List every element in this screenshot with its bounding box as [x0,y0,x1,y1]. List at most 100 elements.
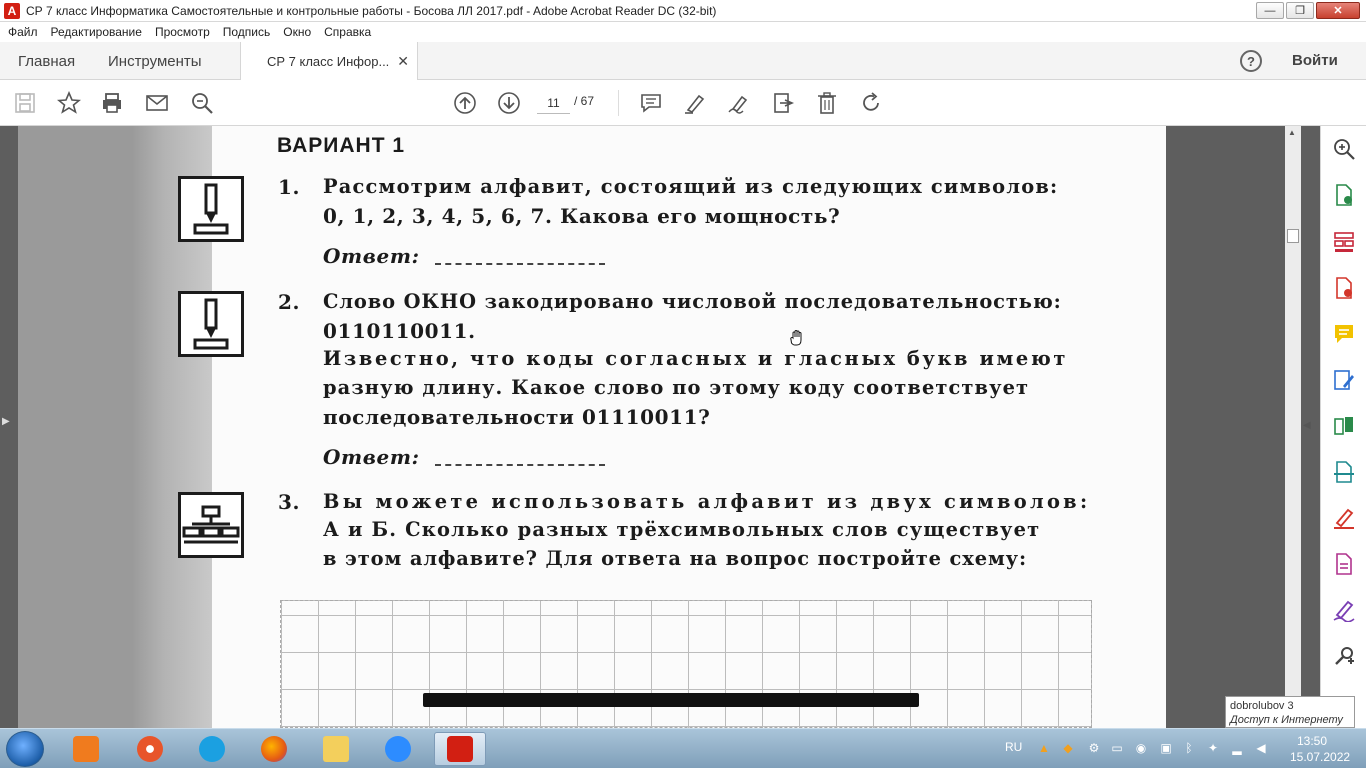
tray-settings-icon[interactable]: ⚙ [1087,741,1101,755]
question-2-line-1: Слово ОКНО закодировано числовой последо… [323,290,1062,313]
taskbar-zoom[interactable] [372,732,424,766]
export-icon[interactable] [771,91,795,115]
delete-icon[interactable] [815,91,839,115]
close-tab-icon[interactable]: ✕ [397,53,409,70]
scroll-thumb[interactable] [1287,229,1299,243]
maximize-button[interactable]: ❐ [1286,2,1314,19]
media-player-icon [73,736,99,762]
pencil-task-icon [178,291,244,357]
more-tools-icon[interactable] [1332,644,1356,668]
signal-strength-icon[interactable]: ▂ [1230,741,1244,755]
pencil-task-icon [178,176,244,242]
taskbar-skype[interactable] [186,732,238,766]
taskbar-acrobat[interactable] [434,732,486,766]
collapse-right-panel-icon[interactable]: ◀ [1303,420,1311,431]
menu-view[interactable]: Просмотр [155,25,210,39]
tab-document[interactable]: СР 7 класс Инфор... ✕ [240,42,418,81]
close-button[interactable]: ✕ [1316,2,1360,19]
zoom-icon[interactable] [1332,137,1356,161]
print-icon[interactable] [100,91,124,115]
rotate-icon[interactable] [859,91,883,115]
right-tools-panel [1320,126,1366,728]
minimize-button[interactable]: — [1256,2,1284,19]
zoom-search-icon[interactable] [190,91,214,115]
window-title: СР 7 класс Информатика Самостоятельные и… [26,3,717,18]
send-for-signature-icon[interactable] [1332,598,1356,623]
acrobat-app-icon[interactable]: A [4,2,20,19]
tray-tools-icon[interactable]: ✦ [1206,741,1220,755]
scroll-up-arrow-icon[interactable]: ▲ [1288,128,1296,137]
menu-sign[interactable]: Подпись [223,25,271,39]
tab-row: Главная Инструменты СР 7 класс Инфор... … [0,42,1366,81]
highlight-pen-icon[interactable] [683,91,707,115]
vertical-scrollbar[interactable]: ▲ [1285,126,1301,728]
page-down-icon[interactable] [497,91,521,115]
variant-heading: ВАРИАНТ 1 [277,134,406,157]
answer-2-blank [435,464,605,466]
tray-warning-icon[interactable]: ◆ [1061,741,1075,755]
question-2-number: 2. [278,290,301,314]
expand-left-panel-icon[interactable]: ▶ [2,416,14,427]
question-3-line-3: в этом алфавите? Для ответа на вопрос по… [323,547,1028,570]
question-1-number: 1. [278,175,301,199]
taskbar-media-player[interactable] [60,732,112,766]
language-indicator[interactable]: RU [1005,740,1022,754]
clock-date[interactable]: 15.07.2022 [1290,750,1350,764]
bluetooth-icon[interactable]: ᛒ [1182,741,1196,755]
tab-tools[interactable]: Инструменты [108,42,202,80]
taskbar-explorer[interactable] [310,732,362,766]
answer-1-blank [435,263,605,265]
video-app-icon [137,736,163,762]
tray-app-icon[interactable]: ▲ [1037,741,1051,755]
fill-sign-icon[interactable] [1332,506,1356,530]
hand-cursor-icon [789,329,805,347]
page-up-icon[interactable] [453,91,477,115]
menu-help[interactable]: Справка [324,25,371,39]
answer-grid [280,600,1092,728]
sign-in-button[interactable]: Войти [1292,52,1338,69]
question-3-number: 3. [278,490,301,514]
taskbar-video-app[interactable] [124,732,176,766]
answer-1-label: Ответ: [323,244,420,268]
create-pdf-icon[interactable] [1332,183,1356,207]
windows-taskbar: RU ▲ ◆ ⚙ ▭ ◉ ▣ ᛒ ✦ ▂ ◀ 13:50 15.07.2022 [0,728,1366,768]
comment-tool-icon[interactable] [1332,322,1356,346]
question-3-line-1: Вы можете использовать алфавит из двух с… [323,490,1091,513]
taskbar-firefox[interactable] [248,732,300,766]
redaction-bar [423,693,919,707]
email-icon[interactable] [145,91,169,115]
clock-time[interactable]: 13:50 [1297,734,1327,748]
comment-icon[interactable] [639,91,663,115]
start-button-icon[interactable] [6,731,44,767]
tray-monitor-icon[interactable]: ▭ [1110,741,1124,755]
title-bar: A СР 7 класс Информатика Самостоятельные… [0,0,1366,22]
organize-pages-icon[interactable] [1332,230,1356,254]
tray-network-icon[interactable]: ◉ [1134,741,1148,755]
menu-window[interactable]: Окно [283,25,311,39]
menu-file[interactable]: Файл [8,25,38,39]
edit-pdf-icon[interactable] [1332,368,1356,392]
bookmark-star-icon[interactable] [56,90,82,115]
tab-document-label: СР 7 класс Инфор... [267,54,390,69]
zoom-app-icon [385,736,411,762]
tooltip-line-1: dobrolubov 3 [1230,700,1294,712]
export-pdf-icon[interactable] [1332,276,1356,300]
folder-icon [323,736,349,762]
menu-edit[interactable]: Редактирование [51,25,142,39]
help-icon[interactable]: ? [1240,50,1262,72]
combine-files-icon[interactable] [1332,414,1356,438]
scan-icon[interactable] [1332,460,1356,484]
question-2-line-4: разную длину. Какое слово по этому коду … [323,376,1030,399]
volume-icon[interactable]: ◀ [1254,741,1268,755]
sign-icon[interactable] [727,91,751,115]
protect-icon[interactable] [1332,552,1356,576]
toolbar: 11 / 67 [0,80,1366,126]
tab-home[interactable]: Главная [18,42,75,80]
question-2-line-2: 0110110011. [323,319,476,343]
tray-usb-icon[interactable]: ▣ [1159,741,1173,755]
question-1-line-1: Рассмотрим алфавит, состоящий из следующ… [323,175,1059,198]
tooltip-line-2: Доступ к Интернету [1230,714,1343,726]
page-number-input[interactable]: 11 [537,92,570,114]
save-icon[interactable] [13,91,37,115]
answer-2-label: Ответ: [323,445,420,469]
